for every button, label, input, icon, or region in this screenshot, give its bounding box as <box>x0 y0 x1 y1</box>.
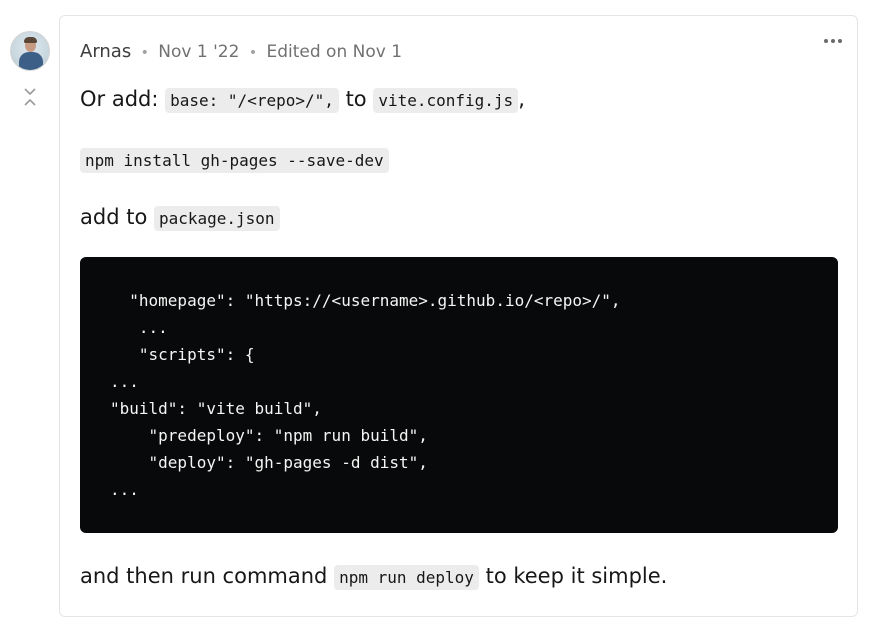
inline-code: package.json <box>153 206 280 231</box>
text: Or add: <box>80 87 166 111</box>
inline-code: npm run deploy <box>334 565 479 590</box>
text: to <box>338 87 374 111</box>
author-name[interactable]: Arnas <box>80 41 131 62</box>
body-line-final: and then run command npm run deploy to k… <box>80 560 667 594</box>
code-block-content: "homepage": "https://<username>.github.i… <box>110 291 621 499</box>
inline-code: base: "/<repo>/", <box>165 88 339 113</box>
more-horizontal-icon[interactable] <box>821 31 845 51</box>
code-block: "homepage": "https://<username>.github.i… <box>80 257 838 533</box>
meta-separator: • <box>140 45 149 61</box>
text: add to <box>80 205 154 229</box>
avatar-hair-shape <box>24 37 37 43</box>
meta-separator: • <box>248 45 258 61</box>
inline-code: vite.config.js <box>373 88 519 113</box>
comment-date[interactable]: Nov 1 '22 <box>158 42 239 62</box>
edited-label: Edited on Nov 1 <box>266 42 403 62</box>
avatar-body-shape <box>19 52 43 70</box>
body-line-install: npm install gh-pages --save-dev <box>80 143 389 177</box>
text: to keep it simple. <box>478 564 668 588</box>
body-line-1: Or add: base: "/<repo>/", to vite.config… <box>80 83 525 117</box>
collapse-chevrons-icon[interactable] <box>20 86 40 108</box>
text: and then run command <box>80 564 335 588</box>
body-line-add-to: add to package.json <box>80 201 280 235</box>
text: , <box>518 87 525 111</box>
comment-meta: Arnas • Nov 1 '22 • Edited on Nov 1 <box>80 40 402 65</box>
avatar[interactable] <box>10 31 50 71</box>
inline-code: npm install gh-pages --save-dev <box>80 148 389 173</box>
